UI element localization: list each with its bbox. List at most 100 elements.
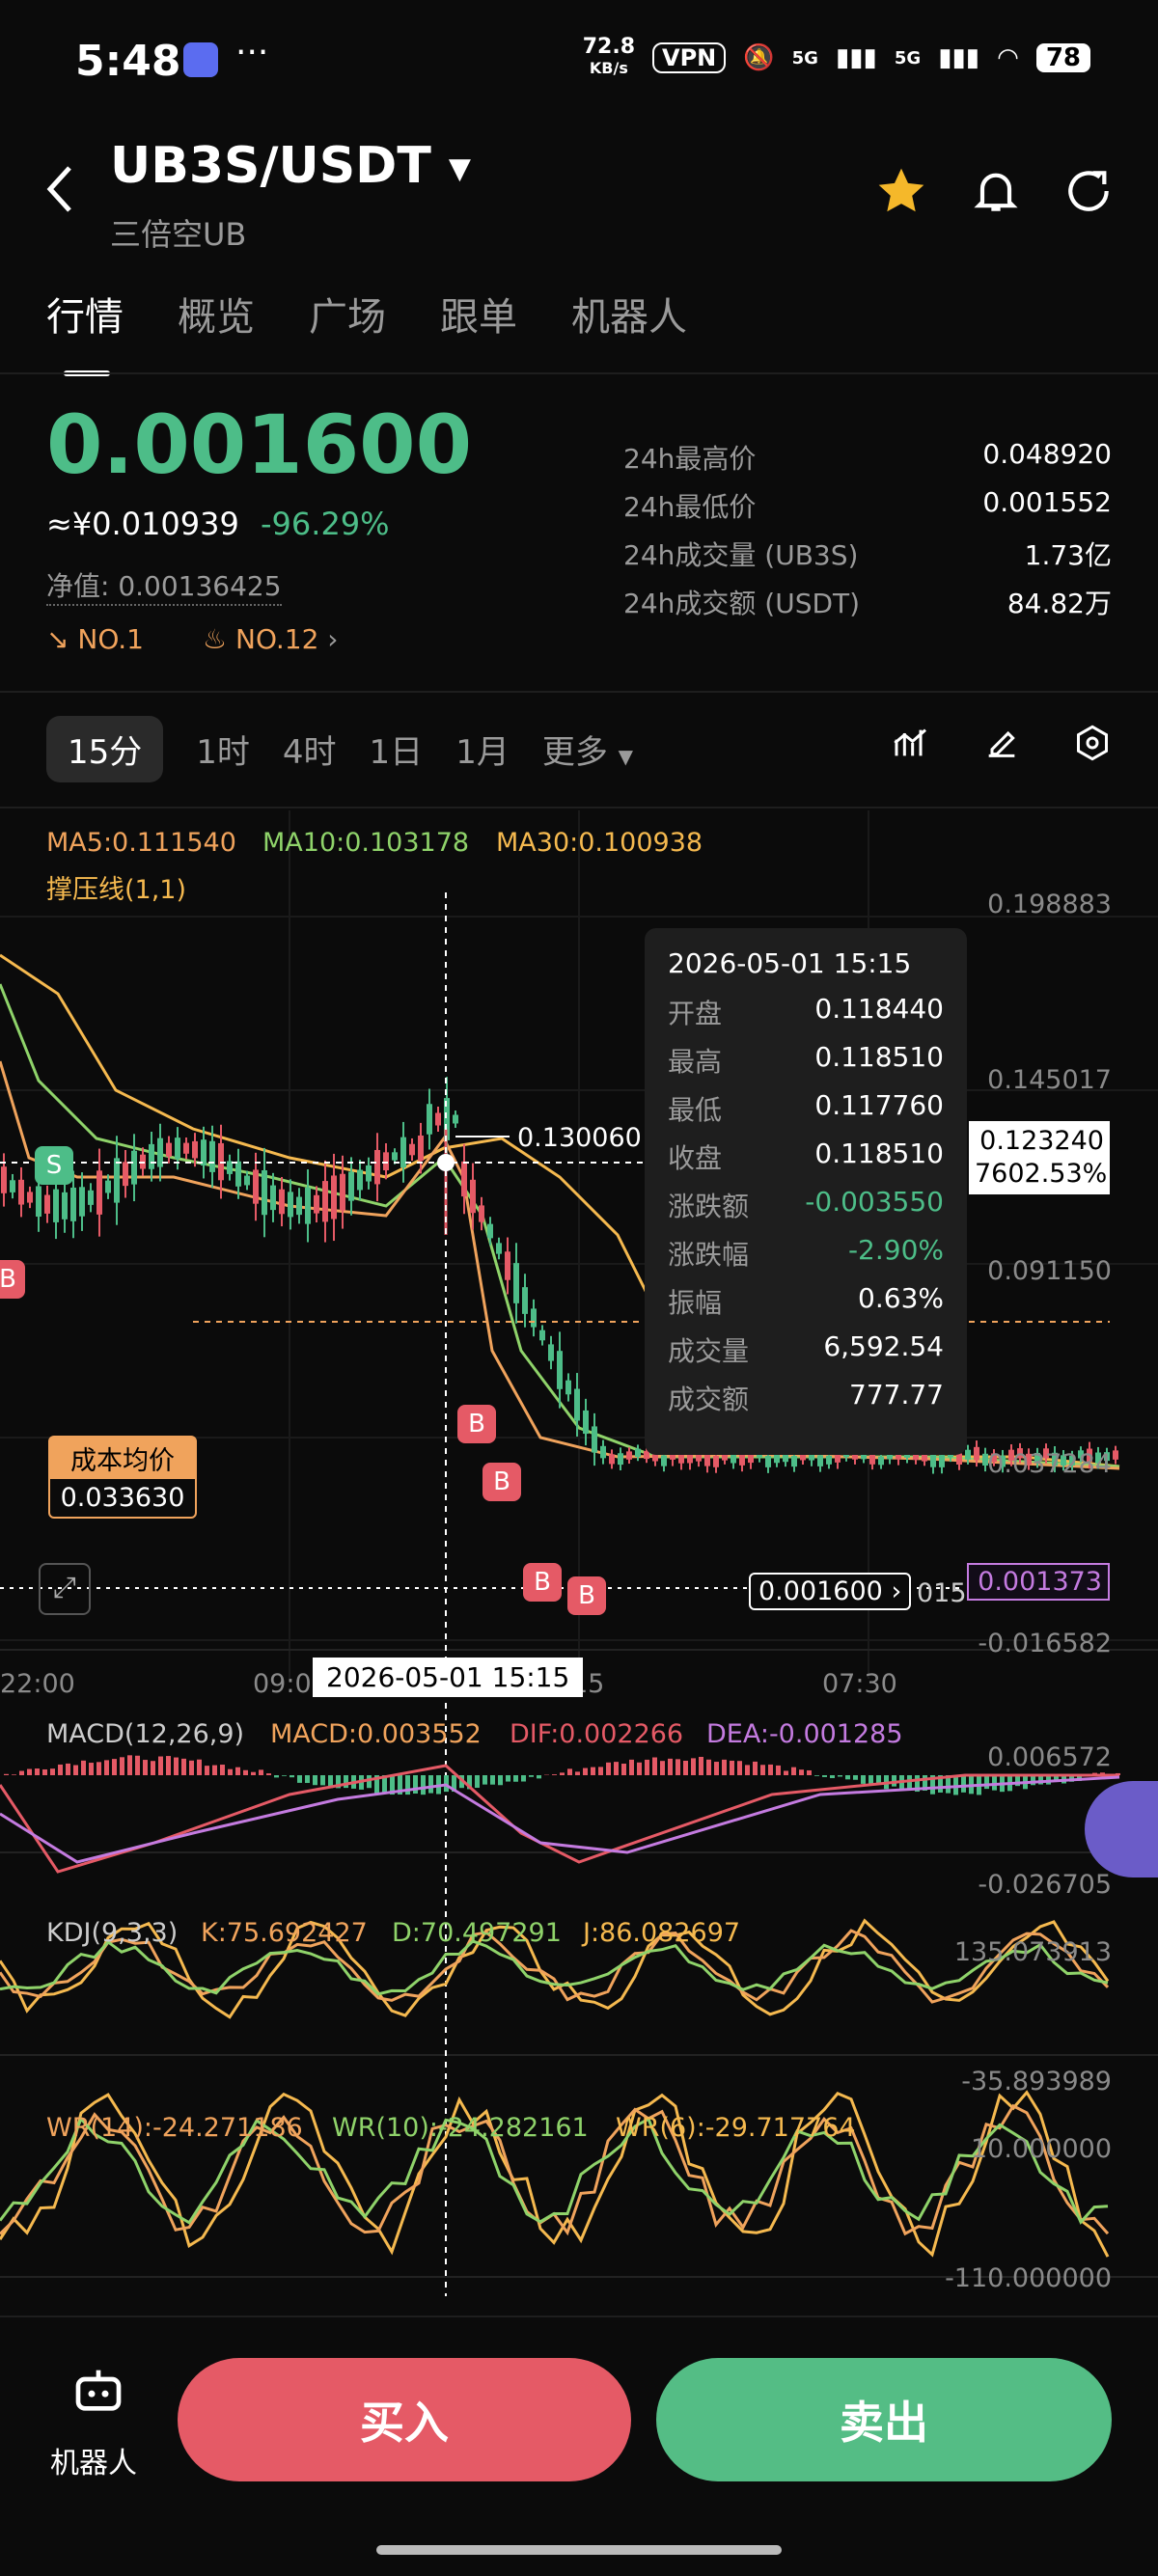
kdj-j-value: J:86.082697 xyxy=(583,1918,741,1948)
share-icon[interactable] xyxy=(1062,164,1116,222)
last-price-tag[interactable]: 0.001600 › xyxy=(749,1573,912,1610)
macd-bar xyxy=(529,1775,534,1777)
interval-1mo[interactable]: 1月 xyxy=(455,726,510,773)
macd-bar xyxy=(583,1768,588,1775)
robot-label[interactable]: 机器人 xyxy=(50,2439,137,2481)
candle xyxy=(765,1455,771,1467)
candle xyxy=(10,1180,15,1192)
net-value[interactable]: 净值: 0.00136425 xyxy=(46,565,282,606)
macd-bar xyxy=(490,1775,495,1785)
rank-badge-2[interactable]: ♨ NO.12 › xyxy=(203,623,339,655)
macd-bar xyxy=(251,1771,256,1775)
tooltip-key: 收盘 xyxy=(668,1142,723,1174)
candle xyxy=(348,1171,354,1201)
buy-tag: B xyxy=(567,1576,606,1615)
tab-copy-trade[interactable]: 跟单 xyxy=(440,286,517,342)
tab-robot[interactable]: 机器人 xyxy=(571,286,687,342)
sell-button[interactable]: 卖出 xyxy=(656,2358,1112,2481)
sell-tag: S xyxy=(35,1146,73,1185)
macd-bar xyxy=(737,1761,742,1775)
cny-price: ≈¥0.010939 xyxy=(46,506,239,542)
interval-1d[interactable]: 1日 xyxy=(370,726,424,773)
candle xyxy=(366,1165,372,1182)
pair-title[interactable]: UB3S/USDT ▼ xyxy=(110,137,471,195)
back-icon[interactable] xyxy=(44,164,73,218)
candle xyxy=(79,1187,85,1217)
macd-bar xyxy=(313,1775,317,1786)
tab-square[interactable]: 广场 xyxy=(309,286,386,342)
ma5-legend: MA5:0.111540 xyxy=(46,828,236,858)
macd-bar xyxy=(266,1773,271,1775)
macd-bar xyxy=(567,1768,572,1775)
macd-bar xyxy=(181,1758,186,1775)
candle xyxy=(418,1136,424,1162)
purple-price-tag: 0.001373 xyxy=(967,1563,1110,1601)
candle xyxy=(661,1455,667,1466)
macd-bar xyxy=(89,1763,94,1775)
macd-bar xyxy=(19,1770,24,1775)
interval-4h[interactable]: 4时 xyxy=(283,726,337,773)
rank-badge-1[interactable]: ↘ NO.1 xyxy=(46,623,144,655)
indicator-icon[interactable] xyxy=(892,724,930,766)
candle xyxy=(583,1410,589,1435)
candle xyxy=(956,1453,962,1466)
macd-bar xyxy=(158,1756,163,1775)
macd-bar xyxy=(305,1775,310,1784)
support-resistance-legend: 撑压线(1,1) xyxy=(46,875,187,905)
star-icon[interactable] xyxy=(874,164,928,222)
axis-price: -0.016582 xyxy=(978,1629,1112,1658)
candle xyxy=(270,1185,276,1211)
expand-icon[interactable]: ⤢ xyxy=(39,1563,91,1615)
candle xyxy=(392,1152,398,1161)
candle xyxy=(965,1449,971,1460)
settings-hexagon-icon[interactable] xyxy=(1073,724,1112,766)
interval-more[interactable]: 更多 ▼ xyxy=(542,726,633,773)
signal-5g-2: 5G xyxy=(894,47,922,69)
axis-price: 0.198883 xyxy=(987,890,1112,919)
kdj-d-value: D:70.497291 xyxy=(392,1918,562,1948)
buy-button[interactable]: 买入 xyxy=(178,2358,631,2481)
robot-icon[interactable] xyxy=(71,2366,125,2424)
macd-bar xyxy=(235,1767,240,1775)
rank-2-text: NO.12 xyxy=(235,623,319,655)
last-price: 0.001600 xyxy=(46,397,473,492)
buy-tag: B xyxy=(523,1563,562,1602)
macd-bar xyxy=(645,1759,649,1775)
macd-bar xyxy=(367,1775,372,1789)
tab-overview[interactable]: 概览 xyxy=(178,286,255,342)
home-indicator[interactable] xyxy=(376,2545,782,2555)
tooltip-row: 收盘 0.118510 xyxy=(668,1137,944,1186)
candle xyxy=(192,1140,198,1159)
candle xyxy=(305,1187,311,1224)
candle xyxy=(479,1205,484,1222)
high-marker-label: 0.130060 xyxy=(517,1123,642,1153)
candle xyxy=(574,1388,580,1421)
wr10-value: WR(10):-24.282161 xyxy=(332,2113,589,2143)
tab-market[interactable]: 行情 xyxy=(46,286,124,376)
net-unit: KB/s xyxy=(589,59,628,77)
draw-pen-icon[interactable] xyxy=(982,724,1021,766)
stat-label: 24h成交额 (USDT) xyxy=(623,588,861,619)
candle xyxy=(531,1308,537,1328)
tooltip-key: 振幅 xyxy=(668,1287,723,1319)
macd-bar xyxy=(428,1775,433,1794)
candle xyxy=(739,1453,745,1466)
axis-kdj: -35.893989 xyxy=(961,2067,1112,2096)
axis-wr: 10.000000 xyxy=(970,2134,1112,2164)
status-time: 5:48 xyxy=(75,37,181,86)
tooltip-row: 振幅 0.63% xyxy=(668,1282,944,1330)
macd-bar xyxy=(35,1768,40,1775)
bell-icon[interactable] xyxy=(969,164,1023,222)
cursor-pct: 7602.53% xyxy=(975,1159,1108,1189)
interval-1h[interactable]: 1时 xyxy=(196,726,250,773)
macd-bar xyxy=(259,1769,263,1775)
candle xyxy=(44,1194,50,1214)
macd-bar xyxy=(66,1763,70,1775)
interval-15m[interactable]: 15分 xyxy=(46,716,164,782)
macd-bar xyxy=(96,1762,101,1775)
buy-tag: B xyxy=(457,1405,496,1443)
macd-bar xyxy=(791,1767,796,1775)
macd-bar xyxy=(42,1768,47,1775)
candle xyxy=(618,1453,623,1466)
macd-bar xyxy=(220,1765,225,1775)
